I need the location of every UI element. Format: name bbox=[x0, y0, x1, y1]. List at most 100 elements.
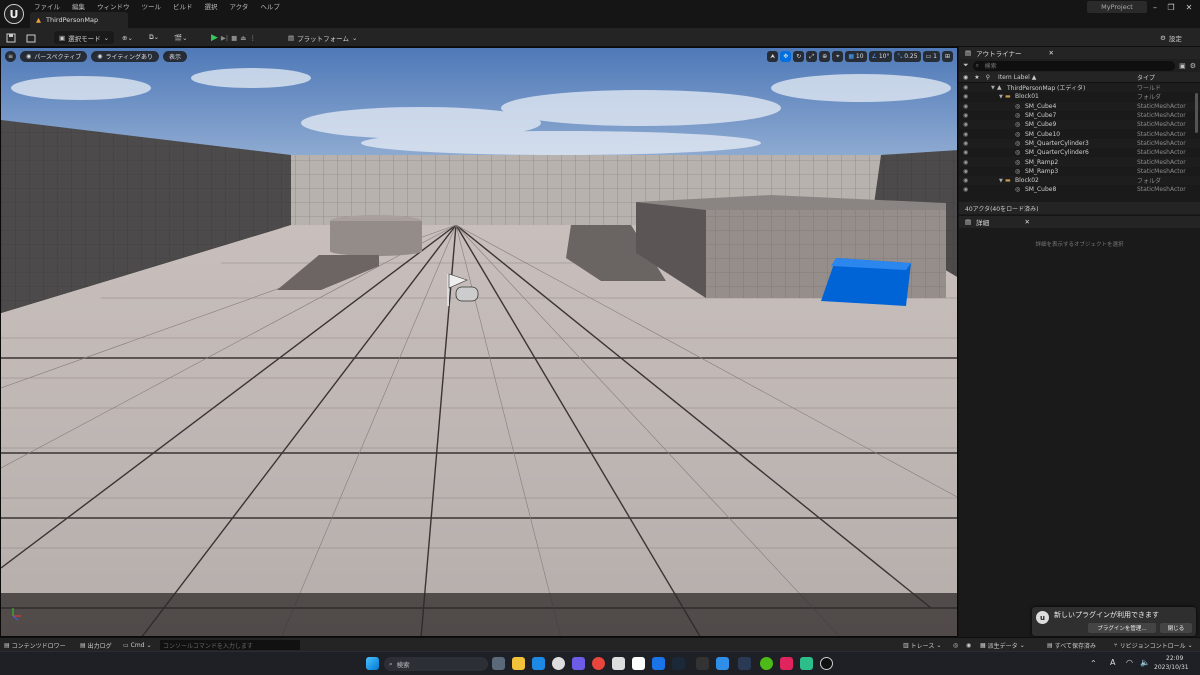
rotation-snap-button[interactable]: ∠ 10° bbox=[868, 51, 893, 62]
app-icon-2[interactable] bbox=[552, 657, 565, 670]
maximize-icon[interactable]: ❐ bbox=[1162, 0, 1180, 14]
menu-window[interactable]: ウィンドウ bbox=[91, 1, 136, 11]
viewport-menu-button[interactable]: ≡ bbox=[5, 51, 17, 62]
unreal-logo-icon[interactable]: U bbox=[4, 4, 24, 24]
app-icon-11[interactable] bbox=[800, 657, 813, 670]
app-icon-7[interactable] bbox=[696, 657, 709, 670]
blueprint-button[interactable]: ⧉⌄ bbox=[149, 31, 159, 44]
visibility-icon[interactable]: ◉ bbox=[963, 121, 968, 128]
outliner-row[interactable]: ◉ ◎ SM_Ramp2 StaticMeshActor bbox=[959, 157, 1200, 167]
mode-select-button[interactable]: ▣ 選択モード ⌄ bbox=[54, 31, 115, 44]
status-record-icon[interactable]: ◎ bbox=[953, 640, 958, 650]
settings-app-icon[interactable] bbox=[492, 657, 505, 670]
tray-chevron-icon[interactable]: ⌃ bbox=[1090, 659, 1097, 668]
tab-details[interactable]: ▤ 詳細 ✕ bbox=[959, 216, 1200, 228]
world-space-icon[interactable]: ⊕ bbox=[819, 51, 831, 62]
camera-speed-button[interactable]: ▭ 1 bbox=[922, 51, 940, 62]
close-icon[interactable]: ✕ bbox=[1180, 0, 1198, 14]
new-folder-icon[interactable]: ▣ bbox=[1179, 62, 1186, 70]
outliner-row[interactable]: ◉ ▼ ▬ Block02 フォルダ bbox=[959, 175, 1200, 186]
visibility-icon[interactable]: ◉ bbox=[963, 168, 968, 175]
favorite-column-icon[interactable]: ★ bbox=[974, 74, 979, 81]
show-button[interactable]: 表示 bbox=[162, 51, 187, 62]
content-drawer-button[interactable]: ▤ コンテンツドロワー bbox=[4, 640, 66, 650]
filter-icon[interactable]: ⏷ bbox=[963, 61, 969, 70]
app-icon-6[interactable] bbox=[652, 657, 665, 670]
chrome-icon[interactable] bbox=[592, 657, 605, 670]
app-icon-4[interactable] bbox=[612, 657, 625, 670]
outliner-scrollbar[interactable] bbox=[1195, 93, 1198, 133]
more-options-icon[interactable]: ⋮ bbox=[249, 34, 256, 42]
settings-gear-icon[interactable]: ⚙ bbox=[1190, 62, 1196, 70]
surface-snap-icon[interactable]: ⌖ bbox=[832, 51, 844, 62]
tab-outliner[interactable]: ▤ アウトライナー ✕ bbox=[959, 47, 1200, 59]
level-viewport[interactable]: ≡ ◉ パースペクティブ ◉ ライティングあり 表示 ⮝ ✥ ↻ ⤢ ⊕ ⌖ ▦… bbox=[0, 47, 958, 637]
save-all-button[interactable]: ▤ すべて保存済み bbox=[1047, 640, 1096, 650]
scale-tool-icon[interactable]: ⤢ bbox=[806, 51, 818, 62]
console-input[interactable]: コンソールコマンドを入力します bbox=[160, 640, 300, 650]
stop-icon[interactable]: ■ bbox=[231, 34, 237, 42]
manage-plugins-button[interactable]: プラグインを管理... bbox=[1088, 623, 1156, 633]
platform-button[interactable]: ▤ プラットフォーム ⌄ bbox=[288, 31, 357, 44]
scale-snap-button[interactable]: ⤡ 0.25 bbox=[894, 51, 921, 62]
unreal-taskbar-icon[interactable] bbox=[820, 657, 833, 670]
maximize-viewport-icon[interactable]: ⊞ bbox=[941, 51, 953, 62]
visibility-icon[interactable]: ◉ bbox=[963, 149, 968, 156]
visibility-icon[interactable]: ◉ bbox=[963, 93, 968, 100]
outliner-row[interactable]: ◉ ▼ ▲ ThirdPersonMap (エディタ) ワールド bbox=[959, 83, 1200, 93]
outliner-row[interactable]: ◉ ◎ SM_Cube8 StaticMeshActor bbox=[959, 185, 1200, 194]
app-icon-9[interactable] bbox=[760, 657, 773, 670]
outliner-row[interactable]: ◉ ◎ SM_Ramp3 StaticMeshActor bbox=[959, 167, 1200, 176]
grid-snap-button[interactable]: ▦ 10 bbox=[845, 51, 867, 62]
save-icon[interactable] bbox=[6, 31, 16, 44]
perspective-button[interactable]: ◉ パースペクティブ bbox=[20, 51, 88, 62]
menu-edit[interactable]: 編集 bbox=[66, 1, 91, 11]
app-icon-10[interactable] bbox=[780, 657, 793, 670]
network-icon[interactable]: ◠ bbox=[1126, 658, 1133, 667]
clock-date[interactable]: 2023/10/31 bbox=[1154, 664, 1189, 671]
trace-button[interactable]: ▥ トレース ⌄ bbox=[903, 640, 941, 650]
outliner-row[interactable]: ◉ ◎ SM_Cube7 StaticMeshActor bbox=[959, 111, 1200, 120]
visibility-icon[interactable]: ◉ bbox=[963, 177, 968, 184]
app-icon-3[interactable] bbox=[572, 657, 585, 670]
outliner-row[interactable]: ◉ ◎ SM_QuarterCylinder3 StaticMeshActor bbox=[959, 138, 1200, 149]
app-icon-5[interactable] bbox=[632, 657, 645, 670]
output-log-button[interactable]: ▤ 出力ログ bbox=[80, 640, 112, 650]
move-tool-icon[interactable]: ✥ bbox=[780, 51, 792, 62]
menu-select[interactable]: 選択 bbox=[199, 1, 224, 11]
clock-time[interactable]: 22:09 bbox=[1166, 655, 1183, 662]
column-item-label[interactable]: Item Label ▲ bbox=[998, 74, 1036, 81]
ime-indicator[interactable]: A bbox=[1110, 658, 1115, 667]
close-tab-icon[interactable]: ✕ bbox=[1025, 218, 1030, 226]
outliner-row[interactable]: ◉ ▼ ▬ Block01 フォルダ bbox=[959, 92, 1200, 101]
menu-actor[interactable]: アクタ bbox=[224, 1, 255, 11]
menu-file[interactable]: ファイル bbox=[28, 1, 66, 11]
outliner-row[interactable]: ◉ ◎ SM_Cube4 StaticMeshActor bbox=[959, 101, 1200, 111]
visibility-icon[interactable]: ◉ bbox=[963, 159, 968, 166]
visibility-icon[interactable]: ◉ bbox=[963, 131, 968, 138]
taskbar-search[interactable]: ⌕ 検索 bbox=[384, 657, 488, 671]
visibility-column-icon[interactable]: ◉ bbox=[963, 74, 968, 81]
visibility-icon[interactable]: ◉ bbox=[963, 103, 968, 110]
outliner-row[interactable]: ◉ ◎ SM_Cube9 StaticMeshActor bbox=[959, 120, 1200, 130]
visibility-icon[interactable]: ◉ bbox=[963, 84, 968, 91]
derived-data-button[interactable]: ▦ 派生データ ⌄ bbox=[980, 640, 1025, 650]
revision-control-button[interactable]: ⑂ リビジョンコントロール ⌄ bbox=[1114, 640, 1193, 650]
content-browser-icon[interactable] bbox=[26, 31, 36, 44]
app-icon-8[interactable] bbox=[738, 657, 751, 670]
windows-start-icon[interactable] bbox=[366, 657, 379, 670]
visibility-icon[interactable]: ◉ bbox=[963, 186, 968, 193]
close-tab-icon[interactable]: ✕ bbox=[1049, 49, 1054, 57]
close-notification-button[interactable]: 閉じる bbox=[1160, 623, 1192, 633]
vscode-icon[interactable] bbox=[716, 657, 729, 670]
expand-arrow-icon[interactable]: ▼ bbox=[999, 94, 1003, 100]
menu-help[interactable]: ヘルプ bbox=[254, 1, 286, 11]
tab-level[interactable]: ▲ ThirdPersonMap bbox=[30, 12, 128, 28]
lighting-button[interactable]: ◉ ライティングあり bbox=[91, 51, 159, 62]
cinematics-button[interactable]: 🎬⌄ bbox=[174, 31, 188, 44]
step-icon[interactable]: ▶| bbox=[221, 34, 228, 42]
visibility-icon[interactable]: ◉ bbox=[963, 112, 968, 119]
eject-icon[interactable]: ⏏ bbox=[240, 34, 246, 42]
select-tool-icon[interactable]: ⮝ bbox=[767, 51, 779, 62]
column-type[interactable]: タイプ bbox=[1137, 73, 1155, 82]
